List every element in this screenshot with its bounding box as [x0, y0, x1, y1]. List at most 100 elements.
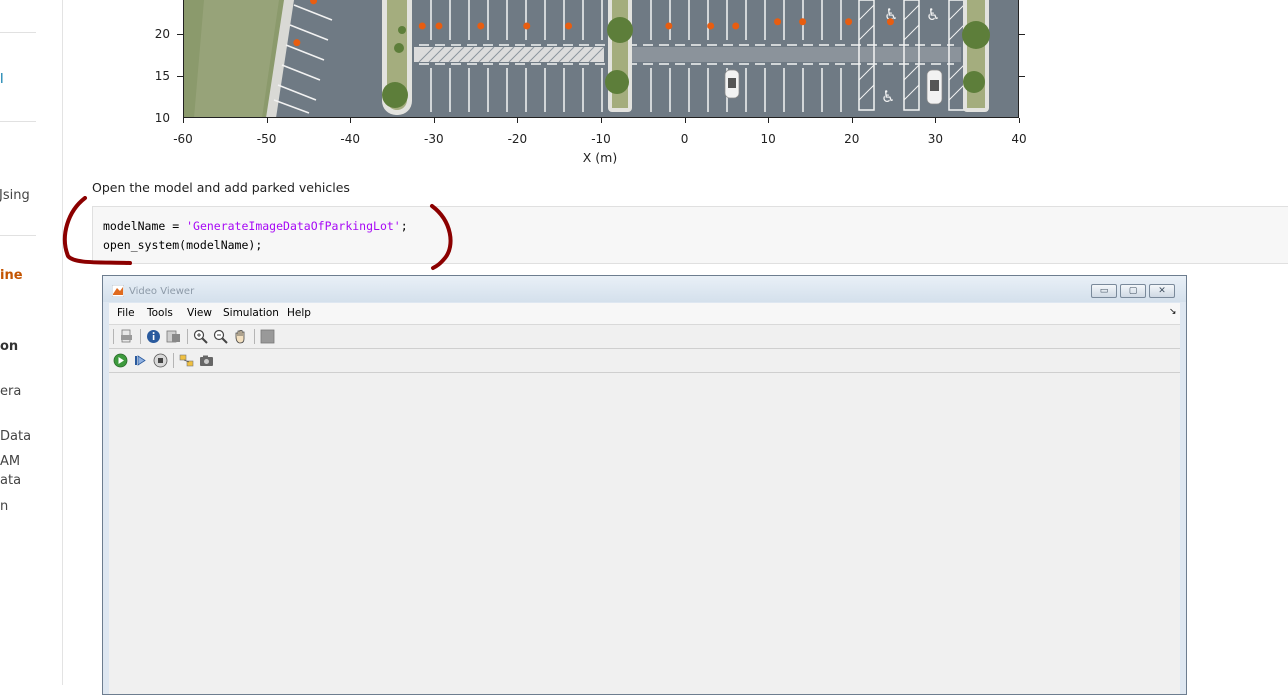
xtick-label: -20: [507, 132, 528, 146]
sidebar-item-active[interactable]: ine: [0, 268, 23, 283]
xtick-mark: [768, 118, 770, 123]
waypoint-marker: [565, 22, 573, 30]
ytick-mark: [1019, 34, 1025, 35]
code-text: ;: [400, 219, 408, 233]
waypoint-marker: [707, 22, 715, 30]
parking-lot-plot: ♿ ♿ ♿: [183, 0, 1019, 118]
code-block[interactable]: modelName = 'GenerateImageDataOfParkingL…: [92, 206, 1288, 264]
toolbar-simulation: [109, 349, 1180, 373]
step-icon[interactable]: [133, 353, 148, 368]
xtick-label: 30: [927, 132, 944, 146]
zoom-in-icon[interactable]: [193, 329, 208, 344]
ytick-label: 10: [154, 111, 170, 125]
maximize-button[interactable]: ▢: [1120, 284, 1146, 298]
toolbar-separator: [173, 353, 174, 368]
xtick-label: -50: [256, 132, 277, 146]
xtick-mark: [1019, 118, 1020, 123]
menu-file[interactable]: File: [117, 307, 135, 319]
video-display-area: [109, 373, 1180, 694]
sidebar-divider: [0, 235, 36, 236]
run-icon[interactable]: [113, 353, 128, 368]
stop-icon[interactable]: [153, 353, 168, 368]
waypoint-marker: [477, 22, 485, 30]
xtick-mark: [935, 118, 937, 123]
waypoint-marker: [845, 18, 853, 26]
window-title: Video Viewer: [129, 286, 195, 297]
info-icon[interactable]: [146, 329, 161, 344]
window-titlebar[interactable]: Video Viewer ▭ ▢ ✕: [103, 276, 1186, 302]
toolbar-view: [109, 325, 1180, 349]
xtick-mark: [183, 118, 184, 123]
x-axis-label: X (m): [582, 150, 618, 165]
waypoint-marker: [435, 22, 443, 30]
xtick-label: 0: [680, 132, 689, 146]
fit-icon[interactable]: [260, 329, 275, 344]
waypoint-marker: [418, 22, 426, 30]
video-viewer-window[interactable]: Video Viewer ▭ ▢ ✕ File Tools View Simul…: [102, 275, 1187, 695]
close-button[interactable]: ✕: [1149, 284, 1175, 298]
xtick-mark: [350, 118, 352, 123]
waypoint-marker: [293, 39, 301, 47]
xtick-mark: [601, 118, 602, 123]
ytick-label: 20: [154, 27, 170, 41]
code-line-2: open_system(modelName);: [103, 238, 263, 252]
ytick-mark: [1019, 76, 1025, 77]
sidebar-item-5[interactable]: era: [0, 384, 21, 399]
ytick-mark: [177, 34, 183, 35]
model-description: Open the model and add parked vehicles: [92, 180, 350, 195]
window-client-area: File Tools View Simulation Help ↘: [109, 303, 1180, 694]
pan-hand-icon[interactable]: [233, 329, 248, 344]
waypoint-marker: [799, 18, 807, 26]
menu-view[interactable]: View: [187, 307, 212, 319]
zoom-out-icon[interactable]: [213, 329, 228, 344]
menu-help[interactable]: Help: [287, 307, 311, 319]
sidebar-item-2[interactable]: Jsing: [0, 188, 30, 203]
xtick-mark: [851, 118, 853, 123]
waypoint-marker: [665, 22, 673, 30]
xtick-label: -10: [591, 132, 611, 146]
sidebar-item-1[interactable]: l: [0, 72, 4, 87]
xtick-label: -30: [423, 132, 444, 146]
xtick-label: 10: [760, 132, 776, 146]
toolbar-separator: [140, 329, 141, 344]
toolbar-separator: [254, 329, 255, 344]
xtick-mark: [517, 118, 519, 123]
code-text: modelName =: [103, 219, 187, 233]
snapshot-icon[interactable]: [199, 353, 214, 368]
menu-tools[interactable]: Tools: [147, 307, 173, 319]
sidebar-item-7[interactable]: AM: [0, 454, 20, 469]
matlab-logo-icon: [112, 285, 124, 297]
toolbar-separator: [187, 329, 188, 344]
waypoint-marker: [310, 0, 318, 5]
sidebar-item-9[interactable]: n: [0, 499, 8, 514]
xtick-mark: [266, 118, 268, 123]
sidebar-item-8[interactable]: ata: [0, 473, 21, 488]
export-icon[interactable]: [166, 329, 181, 344]
ytick-mark: [177, 76, 183, 77]
sidebar-item-6[interactable]: Data: [0, 429, 31, 444]
minimize-button[interactable]: ▭: [1091, 284, 1117, 298]
xtick-mark: [684, 118, 686, 123]
dock-arrow-icon[interactable]: ↘: [1169, 307, 1177, 317]
sidebar-divider: [0, 32, 36, 33]
waypoint-marker: [523, 22, 531, 30]
menu-simulation[interactable]: Simulation: [223, 307, 279, 319]
code-string: 'GenerateImageDataOfParkingLot': [186, 219, 401, 233]
ytick-label: 15: [154, 69, 170, 83]
print-icon[interactable]: [119, 329, 134, 344]
xtick-label: -60: [173, 132, 193, 146]
waypoint-marker: [774, 18, 782, 26]
xtick-label: -40: [340, 132, 360, 146]
xtick-mark: [433, 118, 435, 123]
xtick-label: 40: [1011, 132, 1027, 146]
menu-bar: File Tools View Simulation Help ↘: [109, 303, 1180, 325]
waypoint-markers: [293, 0, 894, 47]
toolbar-separator: [113, 329, 114, 344]
xtick-label: 20: [844, 132, 860, 146]
sidebar-item-4[interactable]: on: [0, 339, 18, 354]
waypoint-marker: [732, 22, 740, 30]
waypoint-marker: [886, 18, 894, 26]
left-sidebar: l Jsing ine on era Data AM ata n: [0, 0, 63, 685]
code-line-1: modelName = 'GenerateImageDataOfParkingL…: [103, 219, 408, 233]
highlight-icon[interactable]: [179, 353, 194, 368]
